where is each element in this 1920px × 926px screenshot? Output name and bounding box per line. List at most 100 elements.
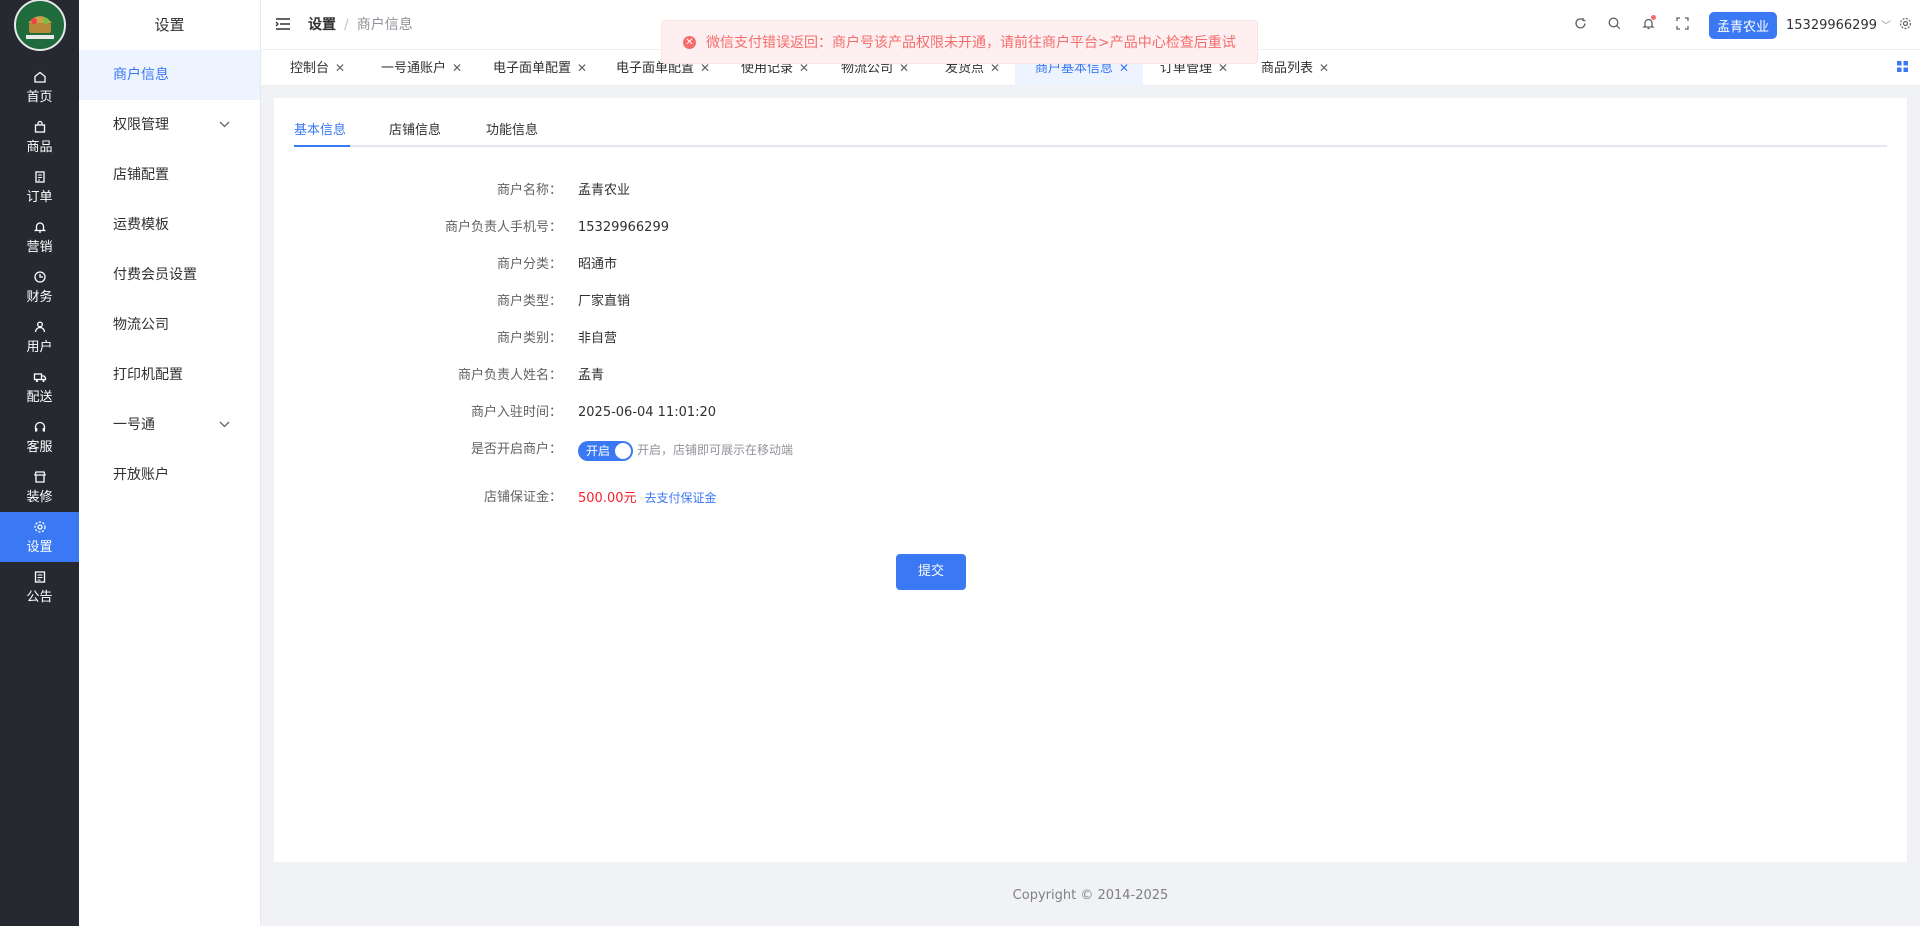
error-icon: ✕ bbox=[683, 35, 696, 49]
user-phone: 15329966299 bbox=[1786, 18, 1877, 33]
merchant-info-card: 基本信息 店铺信息 功能信息 商户名称： 孟青农业 商户负责人手机号： 1532… bbox=[274, 98, 1907, 862]
document-icon bbox=[33, 170, 47, 184]
rail-item-home[interactable]: 首页 bbox=[0, 62, 79, 112]
owner-name-label: 商户负责人姓名： bbox=[457, 368, 562, 383]
form-row-name: 商户名称： 孟青农业 bbox=[274, 181, 1174, 201]
sidebar-item-shipping-template[interactable]: 运费模板 bbox=[79, 200, 260, 250]
rail-item-settings[interactable]: 设置 bbox=[0, 512, 79, 562]
tab-label: 控制台 bbox=[290, 61, 330, 76]
home-icon bbox=[33, 70, 47, 84]
breadcrumb-item[interactable]: 设置 bbox=[308, 17, 336, 33]
sidebar-item-label: 权限管理 bbox=[113, 117, 169, 133]
form-row-type: 商户类型： 厂家直销 bbox=[274, 292, 1174, 312]
error-message: 微信支付错误返回：商户号该产品权限未开通，请前往商户平台>产品中心检查后重试 bbox=[706, 35, 1236, 51]
notification-dot bbox=[1651, 14, 1656, 20]
form-row-owner: 商户负责人姓名： 孟青 bbox=[274, 366, 1174, 386]
form-row-join-time: 商户入驻时间： 2025-06-04 11:01:20 bbox=[274, 403, 1174, 423]
shop-name-badge[interactable]: 孟青农业 bbox=[1709, 11, 1778, 39]
rail-item-decoration[interactable]: 装修 bbox=[0, 462, 79, 512]
sidebar-item-label: 物流公司 bbox=[113, 317, 169, 333]
sidebar-item-merchant-info[interactable]: 商户信息 bbox=[79, 50, 260, 100]
join-time-label: 商户入驻时间： bbox=[470, 405, 562, 420]
subtab-function-info[interactable]: 功能信息 bbox=[486, 119, 538, 138]
rail-item-label: 装修 bbox=[26, 489, 53, 505]
breadcrumb: 设置 / 商户信息 bbox=[308, 0, 413, 50]
refresh-icon[interactable] bbox=[1563, 17, 1597, 34]
close-icon[interactable]: ✕ bbox=[452, 61, 462, 75]
open-merchant-label: 是否开启商户： bbox=[470, 442, 562, 457]
switch-label: 开启 bbox=[586, 443, 611, 458]
sidebar-item-yihaotong[interactable]: 一号通 bbox=[79, 400, 260, 450]
chevron-down-icon bbox=[219, 100, 230, 150]
merchant-category-label: 商户分类： bbox=[496, 257, 562, 272]
rail-item-label: 用户 bbox=[26, 339, 53, 355]
rail-item-announcements[interactable]: 公告 bbox=[0, 562, 79, 612]
rail-item-label: 首页 bbox=[26, 89, 53, 105]
rail-item-label: 订单 bbox=[26, 189, 53, 205]
fullscreen-icon[interactable] bbox=[1665, 16, 1699, 34]
rail-item-orders[interactable]: 订单 bbox=[0, 162, 79, 212]
join-time-value: 2025-06-04 11:01:20 bbox=[578, 405, 717, 420]
sidebar-item-label: 店铺配置 bbox=[113, 167, 169, 183]
breadcrumb-separator: / bbox=[344, 17, 349, 33]
main-nav-rail: 首页商品订单营销 财务用户配送 客服装修设置公告 bbox=[0, 0, 79, 926]
sidebar-item-open-account[interactable]: 开放账户 bbox=[79, 450, 260, 500]
submit-button[interactable]: 提交 bbox=[896, 554, 966, 590]
tab-eorder-config[interactable]: 电子面单配置 ✕ bbox=[483, 50, 587, 86]
rail-item-users[interactable]: 用户 bbox=[0, 312, 79, 362]
notice-icon bbox=[33, 570, 47, 584]
subtab-active-indicator bbox=[294, 145, 350, 147]
tabs-grid-icon[interactable] bbox=[1897, 61, 1908, 75]
tab-product-list[interactable]: 商品列表 ✕ bbox=[1251, 50, 1329, 86]
chevron-down-icon bbox=[219, 400, 230, 450]
merchant-category-value: 昭通市 bbox=[578, 257, 618, 272]
sidebar-item-paid-member[interactable]: 付费会员设置 bbox=[79, 250, 260, 300]
subtab-shop-info[interactable]: 店铺信息 bbox=[389, 119, 441, 138]
shop-icon bbox=[33, 470, 47, 484]
deposit-label: 店铺保证金： bbox=[483, 490, 562, 505]
rail-item-label: 设置 bbox=[26, 539, 53, 555]
close-icon[interactable]: ✕ bbox=[577, 61, 587, 75]
rail-item-marketing[interactable]: 营销 bbox=[0, 212, 79, 262]
form-row-deposit: 店铺保证金： 500.00元 去支付保证金 bbox=[274, 488, 1174, 508]
form-row-phone: 商户负责人手机号： 15329966299 bbox=[274, 218, 1174, 238]
rail-item-delivery[interactable]: 配送 bbox=[0, 362, 79, 412]
settings-gear-icon[interactable] bbox=[1899, 17, 1912, 34]
clock-icon bbox=[33, 270, 47, 284]
rail-item-products[interactable]: 商品 bbox=[0, 112, 79, 162]
rail-item-customer-service[interactable]: 客服 bbox=[0, 412, 79, 462]
sidebar-item-label: 开放账户 bbox=[113, 467, 169, 483]
merchant-kind-label: 商户类别： bbox=[496, 331, 562, 346]
merchant-name-value: 孟青农业 bbox=[578, 183, 631, 198]
notification-bell-icon[interactable] bbox=[1631, 14, 1665, 34]
sidebar-item-logistics[interactable]: 物流公司 bbox=[79, 300, 260, 350]
sidebar-item-printer[interactable]: 打印机配置 bbox=[79, 350, 260, 400]
search-icon[interactable] bbox=[1597, 17, 1631, 34]
close-icon[interactable]: ✕ bbox=[335, 61, 345, 75]
user-menu[interactable]: 15329966299 ﹀ bbox=[1786, 17, 1891, 33]
menu-toggle-icon[interactable] bbox=[275, 17, 291, 31]
owner-phone-label: 商户负责人手机号： bbox=[444, 220, 562, 235]
pay-deposit-link[interactable]: 去支付保证金 bbox=[645, 491, 717, 505]
rail-item-label: 商品 bbox=[26, 139, 53, 155]
sidebar-item-permissions[interactable]: 权限管理 bbox=[79, 100, 260, 150]
truck-icon bbox=[33, 370, 47, 384]
subtab-basic-info[interactable]: 基本信息 bbox=[294, 119, 346, 138]
sidebar-item-shop-config[interactable]: 店铺配置 bbox=[79, 150, 260, 200]
tab-yihaotong-account[interactable]: 一号通账户 ✕ bbox=[371, 50, 462, 86]
rail-item-finance[interactable]: 财务 bbox=[0, 262, 79, 312]
merchant-name-label: 商户名称： bbox=[496, 183, 562, 198]
sidebar-item-label: 一号通 bbox=[113, 417, 155, 433]
owner-name-value: 孟青 bbox=[578, 368, 605, 383]
brand-logo[interactable] bbox=[13, 0, 66, 51]
user-icon bbox=[33, 320, 47, 334]
sidebar-item-label: 商户信息 bbox=[113, 67, 169, 83]
copyright-footer: Copyright © 2014-2025 bbox=[1012, 888, 1169, 903]
sidebar-item-label: 打印机配置 bbox=[113, 367, 183, 383]
tab-dashboard[interactable]: 控制台 ✕ bbox=[280, 50, 345, 86]
form-row-category: 商户分类： 昭通市 bbox=[274, 255, 1174, 275]
close-icon[interactable]: ✕ bbox=[1319, 61, 1329, 75]
owner-phone-value: 15329966299 bbox=[578, 220, 669, 235]
open-merchant-switch[interactable]: 开启 bbox=[578, 440, 633, 461]
merchant-type-label: 商户类型： bbox=[496, 294, 562, 309]
